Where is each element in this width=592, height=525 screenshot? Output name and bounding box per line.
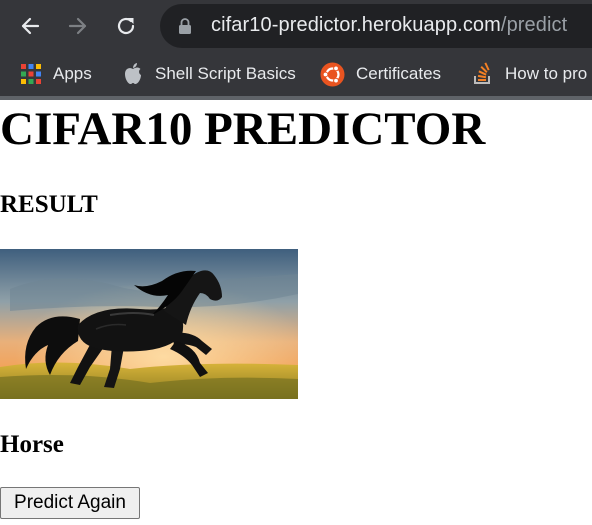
bookmark-shell-script-basics[interactable]: Shell Script Basics (122, 60, 296, 88)
page-title: CIFAR10 PREDICTOR (0, 103, 486, 155)
bookmark-apps[interactable]: Apps (20, 60, 92, 88)
forward-arrow-icon[interactable] (62, 10, 94, 42)
prediction-label: Horse (0, 431, 64, 458)
bookmark-label: How to pro (505, 64, 588, 83)
browser-navbar: cifar10-predictor.herokuapp.com/predict (0, 0, 592, 52)
apps-grid-icon (20, 63, 42, 85)
apple-icon (122, 62, 144, 86)
bookmark-certificates[interactable]: Certificates (320, 60, 441, 88)
bookmarks-bar: Apps Shell Script Basics Certificates Ho… (0, 52, 592, 96)
address-bar[interactable]: cifar10-predictor.herokuapp.com/predict (160, 4, 592, 48)
stackoverflow-icon (472, 62, 494, 86)
result-heading: RESULT (0, 191, 98, 218)
bookmark-how-to-pro[interactable]: How to pro (472, 60, 587, 88)
predict-again-button[interactable]: Predict Again (0, 487, 140, 519)
lock-icon (178, 17, 192, 40)
url-path: /predict (500, 14, 568, 36)
bookmark-label: Shell Script Basics (155, 64, 296, 83)
browser-chrome: cifar10-predictor.herokuapp.com/predict … (0, 0, 592, 100)
back-arrow-icon[interactable] (14, 10, 46, 42)
ubuntu-icon (320, 62, 345, 87)
bookmark-label: Apps (53, 64, 92, 83)
page-content: CIFAR10 PREDICTOR RESULT Horse Predict A… (0, 100, 592, 525)
reload-icon[interactable] (110, 10, 142, 42)
bookmark-label: Certificates (356, 64, 442, 83)
horse-image (0, 249, 298, 399)
url-host: cifar10-predictor.herokuapp.com (211, 14, 501, 36)
url-text: cifar10-predictor.herokuapp.com/predict (211, 14, 567, 37)
